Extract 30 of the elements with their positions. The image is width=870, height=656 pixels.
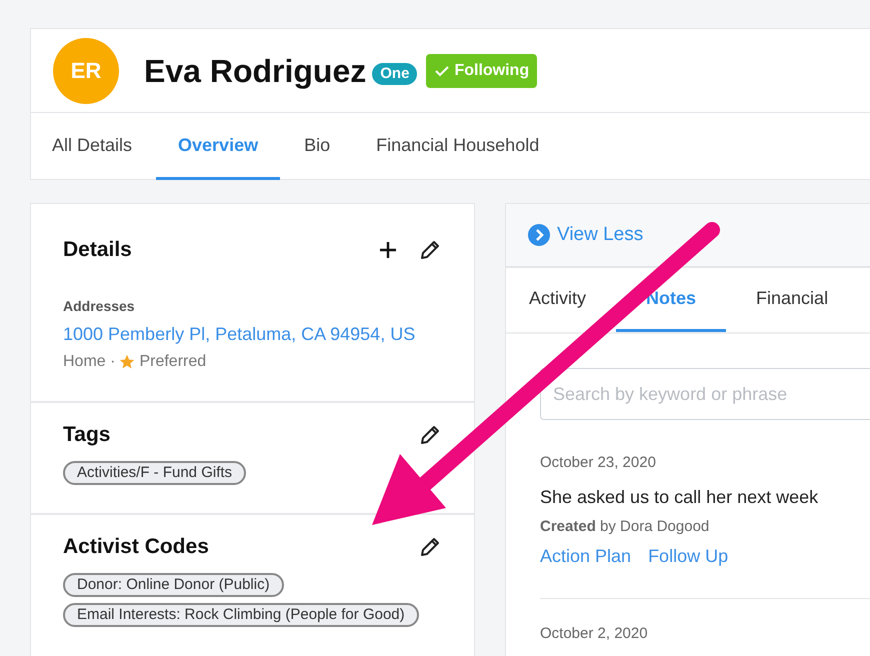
section-title: Tags	[63, 422, 110, 448]
level-badge: One	[372, 62, 418, 84]
tab[interactable]: All Details	[52, 113, 154, 180]
address-link[interactable]: 1000 Pemberly Pl, Petaluma, CA 94954, US	[63, 320, 442, 348]
section-title: Details	[63, 237, 132, 263]
note-link[interactable]: Action Plan	[540, 543, 632, 570]
view-less-button[interactable]: View Less	[528, 220, 644, 250]
note-text: She asked us to call her next week	[540, 486, 820, 508]
avatar: ER	[53, 38, 119, 104]
tag-chip: Email Interests: Rock Climbing (People for Good)	[63, 602, 419, 626]
tag-chip: Activities/F - Fund Gifts	[63, 460, 246, 484]
tab[interactable]: Bio	[282, 113, 352, 180]
chevron-circle-icon	[528, 224, 550, 246]
field-label: Addresses	[63, 296, 136, 316]
note-link[interactable]: Follow Up	[648, 543, 728, 570]
note-date: October 2, 2020	[540, 624, 649, 644]
following-button[interactable]: Following	[426, 54, 538, 88]
note-date: October 23, 2020	[540, 453, 657, 473]
tab[interactable]: Activity	[529, 268, 616, 332]
tab[interactable]: Financial Household	[354, 113, 562, 180]
contact-name: Eva Rodriguez	[144, 52, 366, 91]
note-author: Created by Dora Dogood	[540, 516, 710, 536]
tab[interactable]: Overview	[156, 113, 280, 180]
section-title: Activist Codes	[63, 534, 209, 560]
search-field[interactable]: Search by keyword or phrase	[540, 368, 870, 420]
tab[interactable]: Financial	[726, 268, 858, 332]
address-type: Home ·	[63, 352, 116, 372]
preferred-label: Preferred	[139, 352, 206, 372]
tag-chip: Donor: Online Donor (Public)	[63, 572, 284, 596]
plus-icon[interactable]	[378, 240, 398, 260]
